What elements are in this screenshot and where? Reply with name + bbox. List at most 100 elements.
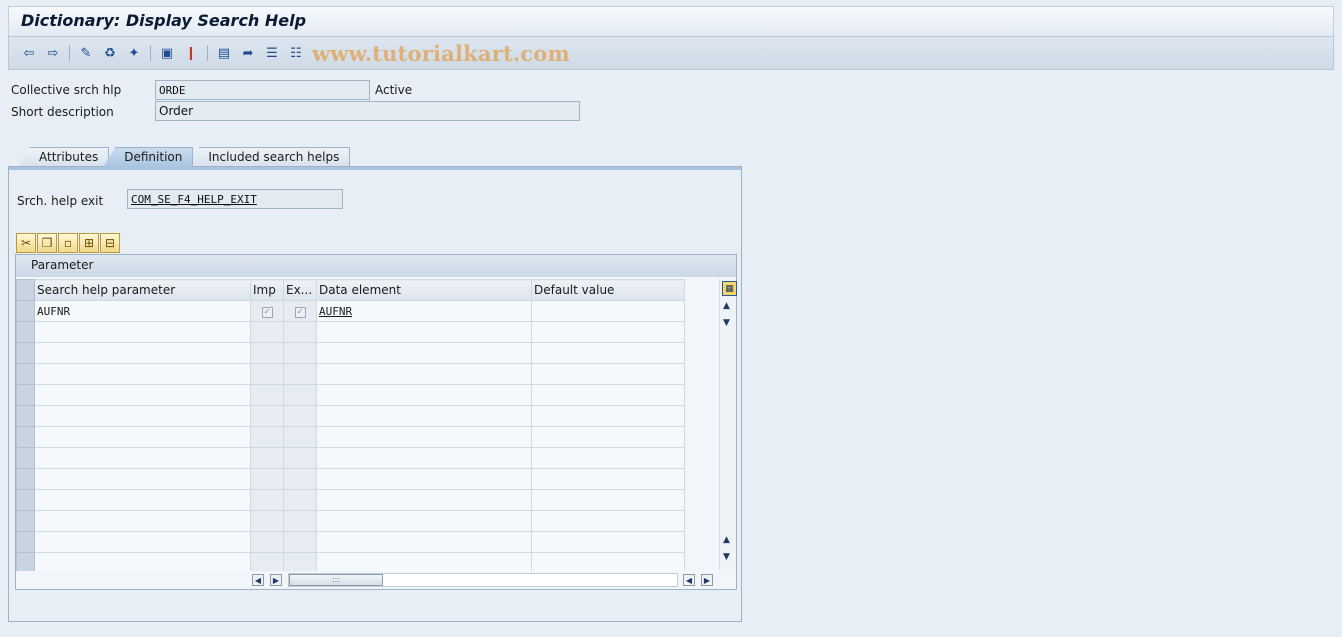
display-change-icon[interactable]: ✎ <box>76 43 96 63</box>
table-row[interactable] <box>16 321 685 343</box>
row-selector[interactable] <box>16 510 35 532</box>
imp-checkbox-cell[interactable] <box>250 426 284 448</box>
data-element-cell[interactable] <box>316 342 532 364</box>
exp-checkbox-cell[interactable] <box>283 426 317 448</box>
data-element-cell[interactable] <box>316 384 532 406</box>
parameter-cell[interactable] <box>34 489 251 511</box>
scroll-prev-icon[interactable]: ◀ <box>683 574 695 586</box>
horizontal-scroll-track[interactable]: ::: <box>288 573 678 587</box>
default-value-cell[interactable] <box>531 510 685 532</box>
data-element-cell[interactable] <box>316 531 532 553</box>
table-row[interactable] <box>16 384 685 406</box>
column-header-data-element[interactable]: Data element <box>316 279 532 301</box>
data-element-cell[interactable]: AUFNR <box>316 300 532 322</box>
parameter-cell[interactable] <box>34 447 251 469</box>
default-value-cell[interactable] <box>531 342 685 364</box>
row-selector[interactable] <box>16 489 35 511</box>
imp-checkbox-cell[interactable] <box>250 384 284 406</box>
parameter-cell[interactable] <box>34 426 251 448</box>
default-value-cell[interactable] <box>531 363 685 385</box>
imp-checkbox[interactable]: ✓ <box>261 307 273 318</box>
row-selector[interactable] <box>16 468 35 490</box>
imp-checkbox-cell[interactable] <box>250 342 284 364</box>
imp-checkbox-cell[interactable] <box>250 489 284 511</box>
search-help-exit-field[interactable]: COM_SE_F4_HELP_EXIT <box>127 189 343 209</box>
graphic-icon[interactable]: ❙ <box>181 43 201 63</box>
table-row[interactable] <box>16 447 685 469</box>
exp-checkbox-cell[interactable] <box>283 447 317 469</box>
default-value-cell[interactable] <box>531 531 685 553</box>
imp-checkbox-cell[interactable] <box>250 321 284 343</box>
row-selector[interactable] <box>16 342 35 364</box>
default-value-cell[interactable] <box>531 405 685 427</box>
select-all-cell[interactable] <box>16 279 35 301</box>
scroll-up-icon[interactable]: ▲ <box>723 301 730 311</box>
data-element-cell[interactable] <box>316 321 532 343</box>
cut-icon[interactable]: ✂ <box>16 233 36 253</box>
parameter-cell[interactable]: AUFNR <box>34 300 251 322</box>
column-header-exp[interactable]: Ex... <box>283 279 317 301</box>
check-icon[interactable]: ♻ <box>100 43 120 63</box>
exp-checkbox-cell[interactable]: ✓ <box>283 300 317 322</box>
horizontal-scroll-thumb[interactable]: ::: <box>289 574 383 586</box>
data-element-cell[interactable] <box>316 363 532 385</box>
imp-checkbox-cell[interactable] <box>250 363 284 385</box>
column-header-imp[interactable]: Imp <box>250 279 284 301</box>
navigate-icon[interactable]: ➦ <box>238 43 258 63</box>
row-selector[interactable] <box>16 531 35 553</box>
row-selector[interactable] <box>16 363 35 385</box>
tab-attributes[interactable]: Attributes <box>18 147 110 167</box>
table-row[interactable] <box>16 510 685 532</box>
data-element-cell[interactable] <box>316 405 532 427</box>
exp-checkbox-cell[interactable] <box>283 363 317 385</box>
exp-checkbox-cell[interactable] <box>283 321 317 343</box>
row-selector[interactable] <box>16 426 35 448</box>
vertical-scrollbar[interactable]: ▦ ▲ ▼ ▲ ▼ <box>719 279 737 569</box>
parameter-cell[interactable] <box>34 510 251 532</box>
data-element-cell[interactable] <box>316 489 532 511</box>
scroll-first-icon[interactable]: ◀ <box>252 574 264 586</box>
table-row[interactable] <box>16 342 685 364</box>
exp-checkbox-cell[interactable] <box>283 489 317 511</box>
table-row[interactable] <box>16 363 685 385</box>
imp-checkbox-cell[interactable]: ✓ <box>250 300 284 322</box>
tab-definition[interactable]: Definition <box>103 147 194 167</box>
parameter-cell[interactable] <box>34 531 251 553</box>
default-value-cell[interactable] <box>531 426 685 448</box>
imp-checkbox-cell[interactable] <box>250 510 284 532</box>
page-down-icon[interactable]: ▼ <box>723 318 730 328</box>
paste-icon[interactable]: ▫ <box>58 233 78 253</box>
exp-checkbox-cell[interactable] <box>283 531 317 553</box>
column-header-search-help-parameter[interactable]: Search help parameter <box>34 279 251 301</box>
back-icon[interactable]: ⇦ <box>19 43 39 63</box>
default-value-cell[interactable] <box>531 384 685 406</box>
exp-checkbox-cell[interactable] <box>283 342 317 364</box>
data-element-cell[interactable] <box>316 447 532 469</box>
row-selector[interactable] <box>16 405 35 427</box>
activate-icon[interactable]: ✦ <box>124 43 144 63</box>
imp-checkbox-cell[interactable] <box>250 468 284 490</box>
default-value-cell[interactable] <box>531 468 685 490</box>
table-row[interactable] <box>16 405 685 427</box>
row-selector[interactable] <box>16 447 35 469</box>
row-selector[interactable] <box>16 321 35 343</box>
delete-row-icon[interactable]: ⊟ <box>100 233 120 253</box>
where-used-icon[interactable]: ▣ <box>157 43 177 63</box>
test-icon[interactable]: ☷ <box>286 43 306 63</box>
data-element-cell[interactable] <box>316 510 532 532</box>
tab-included-search-helps[interactable]: Included search helps <box>187 147 351 167</box>
table-row[interactable] <box>16 531 685 553</box>
exp-checkbox-cell[interactable] <box>283 384 317 406</box>
short-description-field[interactable]: Order <box>155 101 580 121</box>
column-header-default-value[interactable]: Default value <box>531 279 685 301</box>
table-row[interactable] <box>16 489 685 511</box>
parameter-cell[interactable] <box>34 321 251 343</box>
scroll-down-icon[interactable]: ▼ <box>723 552 730 562</box>
column-config-icon[interactable]: ▦ <box>722 281 737 296</box>
parameter-cell[interactable] <box>34 342 251 364</box>
imp-checkbox-cell[interactable] <box>250 405 284 427</box>
default-value-cell[interactable] <box>531 300 685 322</box>
exp-checkbox[interactable]: ✓ <box>294 307 306 318</box>
data-element-cell[interactable] <box>316 426 532 448</box>
data-element-cell[interactable] <box>316 468 532 490</box>
